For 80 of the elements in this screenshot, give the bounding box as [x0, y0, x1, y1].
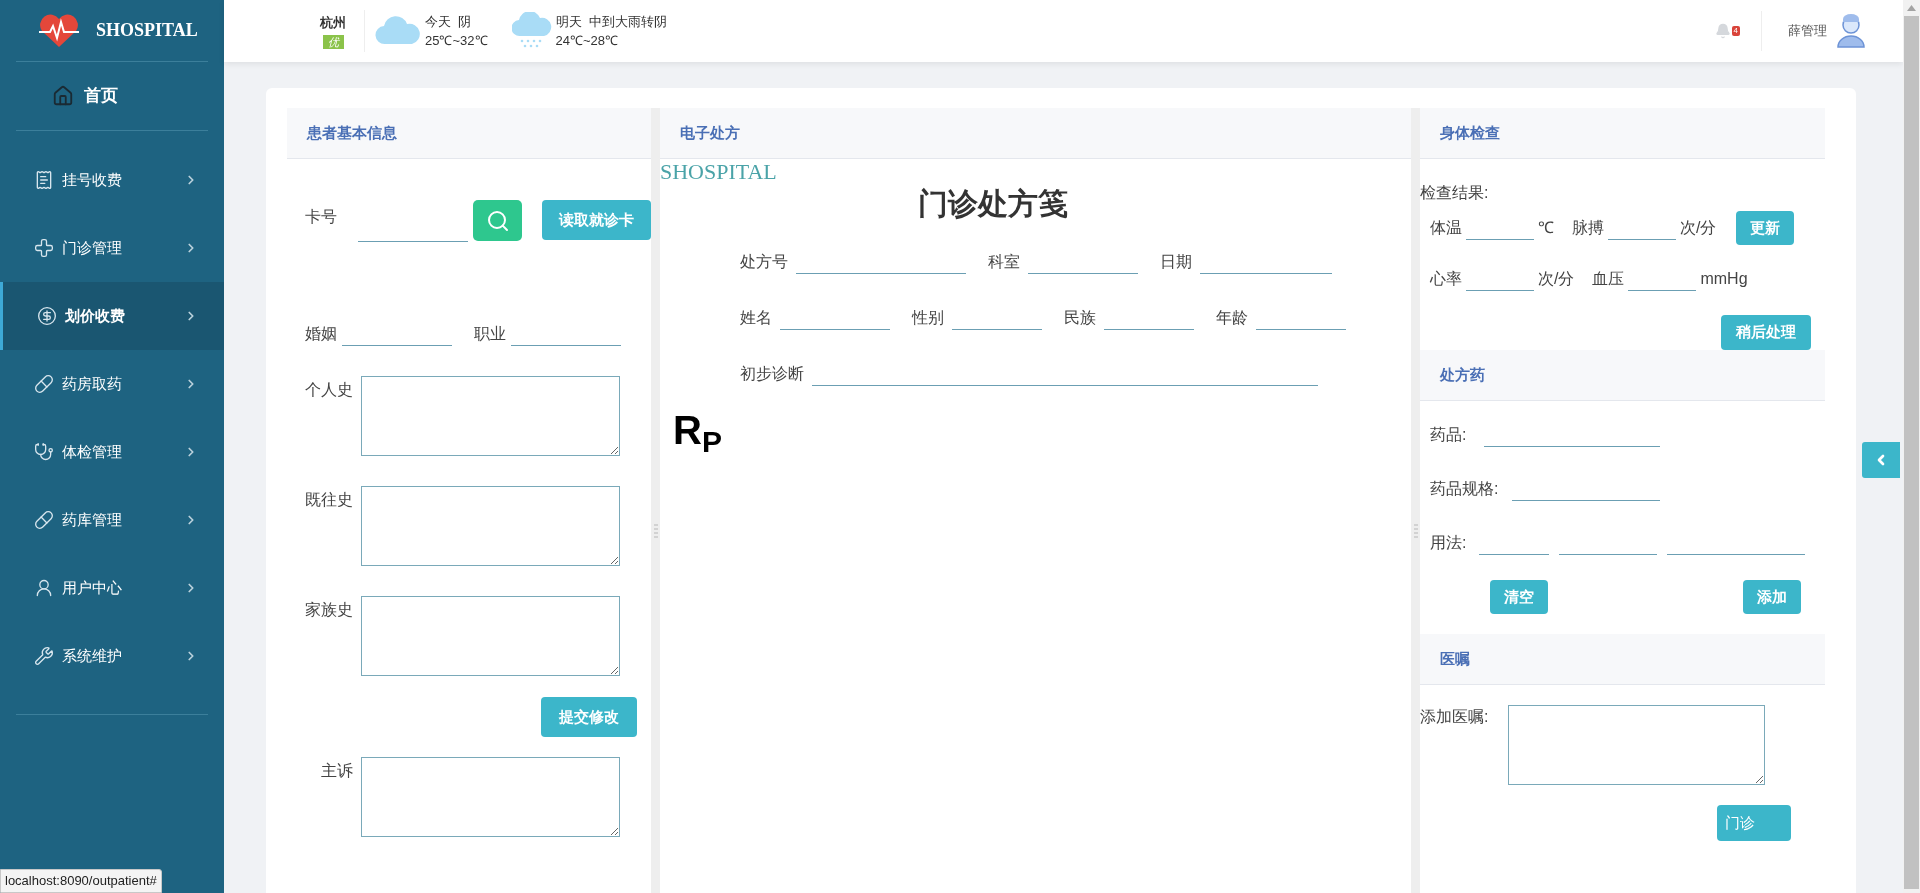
- temperature-range: 25℃~32℃: [425, 32, 488, 50]
- field-label: 既往史: [305, 490, 353, 510]
- field-label: 日期: [1160, 252, 1192, 272]
- field-label: 性别: [912, 308, 944, 328]
- field-label: 脉搏: [1572, 218, 1604, 238]
- tools-icon: [34, 646, 54, 666]
- sidebar-item[interactable]: 划价收费: [0, 282, 224, 350]
- drag-handle-icon[interactable]: [653, 523, 658, 538]
- doctor-avatar-icon[interactable]: [1837, 14, 1865, 48]
- panel-header: 电子处方: [660, 108, 1411, 159]
- heart-logo-icon: [38, 13, 80, 48]
- sidebar-item[interactable]: 体检管理: [0, 418, 224, 486]
- home-icon: [52, 85, 74, 107]
- cloud-icon: [375, 16, 421, 46]
- rain-cloud-icon: [511, 12, 552, 50]
- drag-handle-icon[interactable]: [1413, 523, 1418, 538]
- search-icon: [485, 208, 510, 233]
- text-area[interactable]: [361, 596, 620, 676]
- sidebar-item[interactable]: 挂号收费: [0, 146, 224, 214]
- field-label: 民族: [1064, 308, 1096, 328]
- temperature-range: 24℃~28℃: [555, 32, 620, 50]
- rp-symbol: R$_{P}$: [673, 407, 722, 454]
- field-label: 卡号: [305, 207, 337, 227]
- status-url: localhost:8090/outpatient#: [0, 869, 162, 893]
- home-link[interactable]: 首页: [16, 62, 208, 131]
- sidebar-item[interactable]: 门诊管理: [0, 214, 224, 282]
- coin-icon: [37, 306, 57, 326]
- stethoscope-icon: [34, 442, 54, 462]
- medicine-icon: [34, 510, 54, 530]
- text-area[interactable]: [1508, 705, 1766, 785]
- text-area[interactable]: [361, 486, 620, 566]
- field-label: 检查结果:: [1420, 183, 1489, 203]
- field-label: 主诉: [321, 761, 353, 781]
- air-quality-badge: 优: [322, 34, 344, 49]
- field-label: 心率: [1430, 269, 1462, 289]
- field-label: ℃: [1538, 218, 1554, 238]
- sidebar-item[interactable]: 系统维护: [0, 622, 224, 690]
- field-label: 添加医嘱:: [1420, 707, 1489, 727]
- field-label: 姓名: [740, 308, 772, 328]
- cross-icon: [34, 238, 54, 258]
- brand-text: SHOSPITAL: [660, 159, 777, 185]
- prescription-heading: 门诊处方笺: [918, 186, 1068, 222]
- sidebar-item[interactable]: 用户中心: [0, 554, 224, 622]
- scrollbar[interactable]: [1903, 0, 1920, 893]
- search-button[interactable]: [473, 200, 523, 241]
- field-label: 年龄: [1216, 308, 1248, 328]
- panel-header: 患者基本信息: [287, 108, 651, 159]
- notification-count: 4: [1731, 26, 1740, 36]
- weather-forecast: 明天 中到大雨转阴: [555, 13, 667, 31]
- receipt-icon: [34, 170, 54, 190]
- weather-forecast: 今天 阴: [425, 13, 473, 31]
- city-name: 杭州: [320, 14, 346, 33]
- panel-header: 处方药: [1420, 350, 1825, 401]
- panel-header: 身体检查: [1420, 108, 1825, 159]
- field-label: 个人史: [305, 380, 353, 400]
- text-area[interactable]: [361, 376, 620, 456]
- field-label: 初步诊断: [740, 364, 804, 384]
- field-label: 用法:: [1430, 533, 1467, 553]
- field-label: 次/分: [1538, 269, 1575, 289]
- field-label: mmHg: [1700, 269, 1748, 289]
- field-label: 职业: [474, 324, 506, 344]
- field-label: 婚姻: [305, 324, 337, 344]
- field-label: 药品:: [1430, 425, 1467, 445]
- panel-header: 医嘱: [1420, 634, 1825, 685]
- user-name[interactable]: 薛管理: [1788, 21, 1827, 41]
- field-label: 血压: [1592, 269, 1625, 289]
- field-label: 次/分: [1680, 218, 1717, 238]
- app-logo: SHOSPITAL: [96, 19, 198, 42]
- field-label: 处方号: [740, 252, 788, 272]
- text-area[interactable]: [361, 757, 620, 837]
- pill-icon: [34, 374, 54, 394]
- scroll-up-icon[interactable]: [1907, 5, 1916, 11]
- field-label: 药品规格:: [1430, 479, 1499, 499]
- sidebar-item[interactable]: 药库管理: [0, 486, 224, 554]
- field-label: 科室: [988, 252, 1020, 272]
- field-label: 家族史: [305, 600, 353, 620]
- collapse-button[interactable]: [1862, 442, 1900, 478]
- field-label: 体温: [1430, 218, 1462, 238]
- user-icon: [34, 578, 54, 598]
- sidebar-item[interactable]: 药房取药: [0, 350, 224, 418]
